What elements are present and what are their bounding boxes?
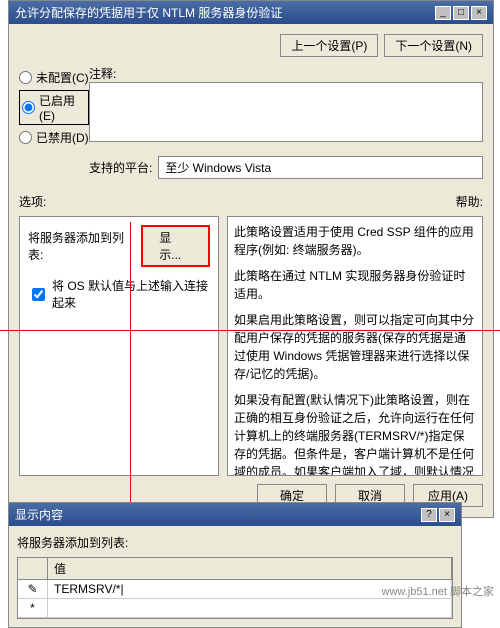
nav-buttons: 上一个设置(P) 下一个设置(N) xyxy=(19,30,483,65)
row-indicator-column xyxy=(18,558,48,579)
comment-label: 注释: xyxy=(89,65,483,82)
radio-disabled[interactable]: 已禁用(D) xyxy=(19,129,89,146)
radio-enabled[interactable]: 已启用(E) xyxy=(19,90,89,125)
policy-settings-window: 允许分配保存的凭据用于仅 NTLM 服务器身份验证 _ □ × 上一个设置(P)… xyxy=(8,0,494,518)
window-title: 允许分配保存的凭据用于仅 NTLM 服务器身份验证 xyxy=(15,4,282,21)
add-servers-label: 将服务器添加到列表: xyxy=(17,534,453,551)
minimize-icon[interactable]: _ xyxy=(435,6,451,20)
radio-not-configured[interactable]: 未配置(C) xyxy=(19,69,89,86)
help-text: 此策略设置适用于使用 Cred SSP 组件的应用程序(例如: 终端服务器)。 xyxy=(234,223,476,259)
window-title: 显示内容 xyxy=(15,506,63,523)
concat-defaults-checkbox[interactable]: 将 OS 默认值与上述输入连接起来 xyxy=(28,277,210,311)
help-text: 如果启用此策略设置，则可以指定可向其中分配用户保存的凭据的服务器(保存的凭据是通… xyxy=(234,311,476,383)
help-icon[interactable]: ? xyxy=(421,508,437,522)
new-row-icon: * xyxy=(18,599,48,617)
platform-value: 至少 Windows Vista xyxy=(158,156,483,179)
show-contents-window: 显示内容 ? × 将服务器添加到列表: 值 ✎ TERMSRV/*| * xyxy=(8,502,462,628)
watermark: www.jb51.net 脚本之家 xyxy=(382,583,494,599)
add-servers-label: 将服务器添加到列表: xyxy=(28,229,135,263)
titlebar[interactable]: 允许分配保存的凭据用于仅 NTLM 服务器身份验证 _ □ × xyxy=(9,1,493,24)
options-pane: 将服务器添加到列表: 显示... 将 OS 默认值与上述输入连接起来 xyxy=(19,216,219,476)
edit-icon: ✎ xyxy=(18,580,48,598)
titlebar[interactable]: 显示内容 ? × xyxy=(9,503,461,526)
platform-label: 支持的平台: xyxy=(89,159,152,176)
checkbox-input[interactable] xyxy=(32,288,45,301)
state-radios: 未配置(C) 已启用(E) 已禁用(D) xyxy=(19,65,89,150)
annotation-line-horizontal xyxy=(0,330,500,331)
help-text: 此策略在通过 NTLM 实现服务器身份验证时适用。 xyxy=(234,267,476,303)
grid-header: 值 xyxy=(18,558,452,580)
window-body: 上一个设置(P) 下一个设置(N) 未配置(C) 已启用(E) 已禁用(D) 注… xyxy=(9,24,493,517)
help-pane: 此策略设置适用于使用 Cred SSP 组件的应用程序(例如: 终端服务器)。 … xyxy=(227,216,483,476)
close-icon[interactable]: × xyxy=(439,508,455,522)
comment-input[interactable] xyxy=(89,82,483,142)
options-label: 选项: xyxy=(19,193,46,210)
window-controls: _ □ × xyxy=(435,6,487,20)
help-text: 如果没有配置(默认情况下)此策略设置，则在正确的相互身份验证之后，允许向运行在任… xyxy=(234,391,476,476)
prev-setting-button[interactable]: 上一个设置(P) xyxy=(280,34,378,57)
close-icon[interactable]: × xyxy=(471,6,487,20)
value-cell[interactable] xyxy=(48,599,452,617)
help-label: 帮助: xyxy=(456,193,483,210)
window-body: 将服务器添加到列表: 值 ✎ TERMSRV/*| * xyxy=(9,526,461,627)
maximize-icon[interactable]: □ xyxy=(453,6,469,20)
show-button[interactable]: 显示... xyxy=(141,225,210,267)
grid-new-row[interactable]: * xyxy=(18,599,452,618)
value-column-header: 值 xyxy=(48,558,452,579)
window-controls: ? × xyxy=(421,508,455,522)
next-setting-button[interactable]: 下一个设置(N) xyxy=(384,34,483,57)
